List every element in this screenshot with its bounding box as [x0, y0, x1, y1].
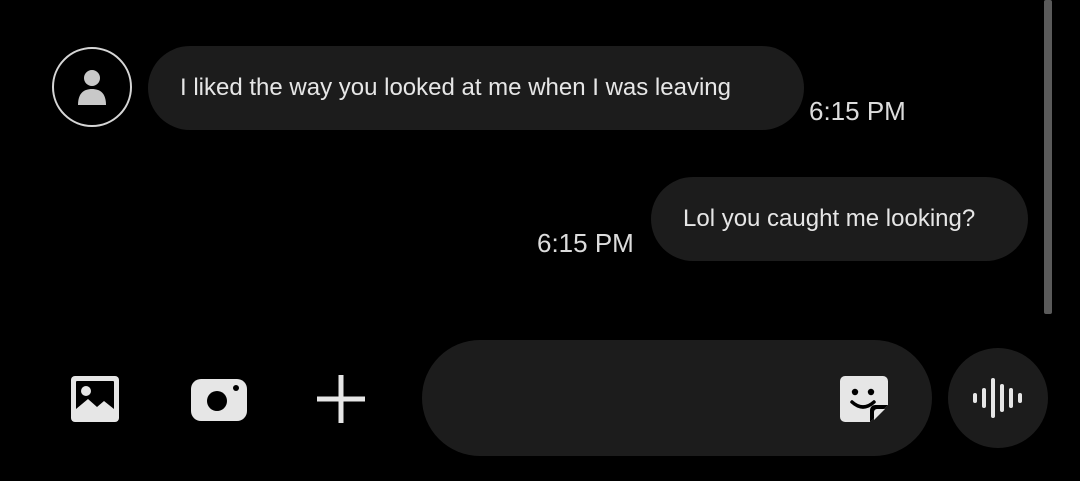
contact-avatar[interactable] [52, 47, 132, 127]
outgoing-message-bubble[interactable]: Lol you caught me looking? [651, 177, 1028, 261]
gallery-button[interactable] [66, 372, 124, 426]
message-text: Lol you caught me looking? [683, 205, 976, 232]
plus-icon [317, 375, 365, 423]
message-text: I liked the way you looked at me when I … [180, 74, 731, 101]
voice-waveform-icon [973, 378, 1022, 418]
message-input[interactable] [458, 376, 842, 422]
camera-icon [191, 379, 247, 421]
incoming-message-bubble[interactable]: I liked the way you looked at me when I … [148, 46, 804, 130]
camera-button[interactable] [188, 372, 250, 426]
image-icon [71, 376, 119, 422]
message-timestamp: 6:15 PM [809, 96, 906, 126]
sticker-icon [840, 376, 888, 422]
scrollbar[interactable] [1044, 0, 1052, 314]
sticker-button[interactable] [838, 374, 890, 424]
voice-record-button[interactable] [948, 348, 1048, 448]
chat-screen: I liked the way you looked at me when I … [0, 0, 1080, 481]
message-composer[interactable] [422, 340, 932, 456]
person-icon [78, 70, 106, 105]
add-button[interactable] [312, 370, 370, 428]
message-timestamp: 6:15 PM [537, 228, 634, 258]
